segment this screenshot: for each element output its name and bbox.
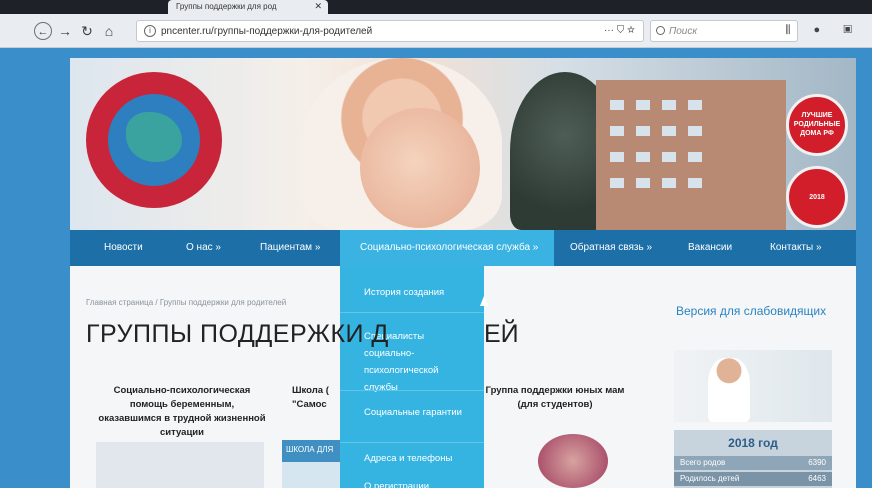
browser-toolbar: ← → ↻ ⌂ i pncenter.ru/группы-поддержки-д… bbox=[0, 14, 872, 48]
mouse-cursor bbox=[480, 296, 488, 306]
web-page: ЛУЧШИЕ РОДИЛЬНЫЕ ДОМА РФ 2018 Новости О … bbox=[0, 48, 872, 488]
page-actions-icon[interactable]: ··· ⛉ ☆ bbox=[604, 25, 635, 36]
library-icon[interactable]: ⫼ ● ▣ bbox=[785, 24, 862, 37]
window bbox=[688, 126, 702, 136]
site-container: ЛУЧШИЕ РОДИЛЬНЫЕ ДОМА РФ 2018 Новости О … bbox=[70, 58, 856, 488]
window bbox=[662, 100, 676, 110]
divider bbox=[340, 442, 484, 443]
window bbox=[662, 126, 676, 136]
stats-label: Всего родов bbox=[680, 458, 726, 467]
window bbox=[636, 178, 650, 188]
stats-row: Родилось детей 6463 bbox=[674, 472, 832, 486]
page-title: ГРУППЫ ПОДДЕРЖКИ Д bbox=[86, 320, 389, 348]
nurse-photo bbox=[674, 350, 832, 422]
dropdown-item-registration[interactable]: О регистрации bbox=[364, 478, 474, 488]
site-header: ЛУЧШИЕ РОДИЛЬНЫЕ ДОМА РФ 2018 bbox=[70, 58, 856, 230]
browser-tab[interactable]: Группы поддержки для род ✕ bbox=[168, 0, 328, 14]
column-title-social-help[interactable]: Социально-психологическая помощь беремен… bbox=[98, 384, 266, 440]
accessibility-link[interactable]: Версия для слабовидящих bbox=[676, 304, 826, 318]
window bbox=[662, 178, 676, 188]
window bbox=[636, 100, 650, 110]
window bbox=[688, 152, 702, 162]
divider bbox=[340, 312, 484, 313]
nav-item-social-service[interactable]: Социально-психологическая служба » bbox=[340, 230, 554, 266]
search-placeholder: Поиск bbox=[669, 26, 698, 37]
nav-item-vacancies[interactable]: Вакансии bbox=[688, 230, 732, 266]
page-title-end: ЕЙ bbox=[484, 320, 519, 348]
stats-panel: 2018 год Всего родов 6390 Родилось детей… bbox=[674, 430, 832, 488]
nav-dropdown: История создания Специалисты социально-п… bbox=[340, 266, 484, 488]
young-moms-image[interactable] bbox=[538, 434, 608, 488]
divider bbox=[340, 390, 484, 391]
nav-item-news[interactable]: Новости bbox=[104, 230, 143, 266]
forward-icon[interactable]: → bbox=[56, 22, 74, 40]
dropdown-item-guarantees[interactable]: Социальные гарантии bbox=[364, 404, 474, 421]
baby-photo bbox=[360, 108, 480, 228]
main-nav: Новости О нас » Пациентам » Социально-пс… bbox=[70, 230, 856, 266]
window bbox=[662, 152, 676, 162]
nurse-figure bbox=[708, 358, 750, 422]
window bbox=[610, 152, 624, 162]
stats-year: 2018 год bbox=[728, 436, 778, 450]
close-icon[interactable]: ✕ bbox=[314, 1, 322, 12]
region-map-icon bbox=[126, 112, 182, 162]
nav-item-patients[interactable]: Пациентам » bbox=[260, 230, 320, 266]
back-icon[interactable]: ← bbox=[34, 22, 52, 40]
stats-row: Всего родов 6390 bbox=[674, 456, 832, 470]
school-image[interactable] bbox=[282, 462, 340, 488]
award-badge[interactable]: ЛУЧШИЕ РОДИЛЬНЫЕ ДОМА РФ bbox=[786, 94, 848, 156]
browser-tab-strip: Группы поддержки для род ✕ bbox=[0, 0, 872, 14]
tab-title: Группы поддержки для род bbox=[176, 2, 277, 11]
breadcrumb[interactable]: Главная страница / Группы поддержки для … bbox=[86, 298, 286, 307]
window bbox=[610, 100, 624, 110]
window bbox=[688, 178, 702, 188]
home-icon[interactable]: ⌂ bbox=[100, 22, 118, 40]
url-text[interactable]: pncenter.ru/группы-поддержки-для-родител… bbox=[161, 26, 372, 37]
search-icon bbox=[656, 26, 665, 35]
column-title-school[interactable]: Школа ( "Самос bbox=[292, 384, 342, 412]
window bbox=[610, 126, 624, 136]
dropdown-item-addresses[interactable]: Адреса и телефоны bbox=[364, 450, 474, 467]
stats-value: 6463 bbox=[808, 474, 826, 483]
reload-icon[interactable]: ↻ bbox=[78, 22, 96, 40]
dropdown-item-history[interactable]: История создания bbox=[364, 284, 474, 301]
window bbox=[610, 178, 624, 188]
info-icon[interactable]: i bbox=[144, 25, 156, 37]
award-badge[interactable]: 2018 bbox=[786, 166, 848, 228]
social-help-image[interactable] bbox=[96, 442, 264, 488]
search-input[interactable]: Поиск bbox=[650, 20, 798, 42]
window bbox=[636, 126, 650, 136]
column-title-young-moms[interactable]: Группа поддержки юных мам (для студентов… bbox=[480, 384, 630, 412]
stats-value: 6390 bbox=[808, 458, 826, 467]
nav-item-feedback[interactable]: Обратная связь » bbox=[570, 230, 652, 266]
logo[interactable] bbox=[86, 72, 222, 208]
window bbox=[636, 152, 650, 162]
nav-item-contacts[interactable]: Контакты » bbox=[770, 230, 822, 266]
stats-label: Родилось детей bbox=[680, 474, 740, 483]
logo-emblem bbox=[108, 94, 200, 186]
url-bar[interactable]: i pncenter.ru/группы-поддержки-для-родит… bbox=[136, 20, 644, 42]
school-sign[interactable]: ШКОЛА ДЛЯ bbox=[282, 440, 340, 462]
building-photo bbox=[596, 80, 786, 230]
window bbox=[688, 100, 702, 110]
nav-item-about[interactable]: О нас » bbox=[186, 230, 221, 266]
